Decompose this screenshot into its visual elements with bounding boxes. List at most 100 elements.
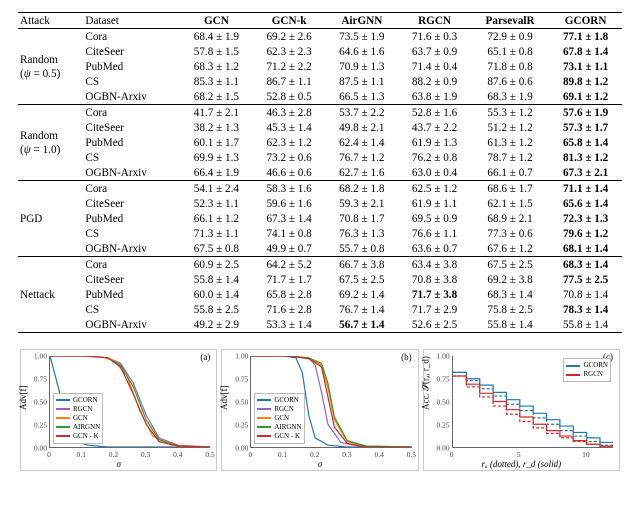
value-cell: 78.7 ± 1.2 [471,150,549,165]
table-row: OGBN-Arxiv68.2 ± 1.552.8 ± 0.566.5 ± 1.3… [18,89,622,105]
value-cell: 68.2 ± 1.5 [180,89,253,105]
value-cell: 68.3 ± 1.2 [180,59,253,74]
col-gcn: GCN [180,13,253,29]
legend-item: GCORN [257,396,301,405]
value-cell: 55.7 ± 0.8 [325,241,398,257]
legend-item: RGCN [257,405,301,414]
value-cell: 67.5 ± 0.8 [180,241,253,257]
dataset-cell: OGBN-Arxiv [83,317,180,333]
table-row: OGBN-Arxiv67.5 ± 0.849.9 ± 0.755.7 ± 0.8… [18,241,622,257]
value-cell: 66.5 ± 1.3 [325,89,398,105]
value-cell: 71.4 ± 0.4 [398,59,471,74]
value-cell: 61.9 ± 1.3 [398,135,471,150]
value-cell: 52.8 ± 0.5 [253,89,326,105]
legend-item: GCN [56,414,100,423]
value-cell: 45.3 ± 1.4 [253,120,326,135]
chart-xtick: 0 [47,450,51,459]
value-cell: 61.3 ± 1.2 [471,135,549,150]
table-row: PubMed60.0 ± 1.465.8 ± 2.869.2 ± 1.471.7… [18,287,622,302]
value-cell: 71.8 ± 0.8 [471,59,549,74]
value-cell: 62.3 ± 1.2 [253,135,326,150]
chart-ytick: 0.50 [234,398,248,407]
value-cell: 64.6 ± 1.6 [325,44,398,59]
table-row: PGDCora54.1 ± 2.458.3 ± 1.668.2 ± 1.862.… [18,181,622,197]
value-cell: 75.8 ± 2.5 [471,302,549,317]
legend-swatch [56,399,70,401]
legend-swatch [56,408,70,410]
value-cell: 46.3 ± 2.8 [253,105,326,121]
value-cell: 78.3 ± 1.4 [549,302,622,317]
value-cell: 68.3 ± 1.4 [471,287,549,302]
legend-item: AIRGNN [257,423,301,432]
value-cell: 86.7 ± 1.1 [253,74,326,89]
value-cell: 62.7 ± 1.6 [325,165,398,181]
dataset-cell: CiteSeer [83,120,180,135]
value-cell: 69.2 ± 1.4 [325,287,398,302]
chart-ytick: 0.25 [33,421,47,430]
value-cell: 70.8 ± 1.7 [325,211,398,226]
legend-item: RGCN [566,370,608,379]
value-cell: 67.6 ± 1.2 [471,241,549,257]
value-cell: 56.7 ± 1.4 [325,317,398,333]
value-cell: 66.1 ± 1.2 [180,211,253,226]
value-cell: 57.8 ± 1.5 [180,44,253,59]
value-cell: 69.2 ± 3.8 [471,272,549,287]
attack-label: Random(ψ = 1.0) [18,105,83,181]
value-cell: 57.6 ± 1.9 [549,105,622,121]
chart-ytick: 0.75 [234,375,248,384]
chart-xtick: 0.3 [141,450,150,459]
value-cell: 73.2 ± 0.6 [253,150,326,165]
value-cell: 49.2 ± 2.9 [180,317,253,333]
value-cell: 67.5 ± 2.5 [325,272,398,287]
value-cell: 65.8 ± 2.8 [253,287,326,302]
value-cell: 87.6 ± 0.6 [471,74,549,89]
value-cell: 81.3 ± 1.2 [549,150,622,165]
col-dataset: Dataset [83,13,180,29]
legend-item: GCN - K [257,432,301,441]
value-cell: 62.4 ± 1.4 [325,135,398,150]
chart-ytick: 0.00 [234,444,248,453]
legend-item: GCORN [56,396,100,405]
dataset-cell: PubMed [83,287,180,302]
legend-item: GCN - K [56,432,100,441]
value-cell: 38.2 ± 1.3 [180,120,253,135]
legend-swatch [257,435,271,437]
chart-xtick: 0.5 [205,450,214,459]
value-cell: 71.1 ± 1.4 [549,181,622,197]
chart-b: Adv[f]σ(b)00.10.20.30.40.50.000.250.500.… [221,349,418,471]
value-cell: 62.3 ± 2.3 [253,44,326,59]
attack-label: Nettack [18,257,83,333]
value-cell: 71.2 ± 2.2 [253,59,326,74]
value-cell: 76.3 ± 1.3 [325,226,398,241]
chart-xtick: 0.3 [342,450,351,459]
value-cell: 71.7 ± 2.9 [398,302,471,317]
attack-label: Random(ψ = 0.5) [18,29,83,105]
legend-label: GCN [274,414,289,423]
chart-ytick: 1.00 [33,352,47,361]
chart-ytick: 0.00 [436,444,450,453]
charts-row: Adv[f]σ(a)00.10.20.30.40.50.000.250.500.… [18,349,622,471]
value-cell: 74.1 ± 0.8 [253,226,326,241]
col-attack: Attack [18,13,83,29]
value-cell: 72.3 ± 1.3 [549,211,622,226]
chart-ytick: 0.50 [33,398,47,407]
chart-legend: GCORNRGCN [563,358,611,382]
legend-swatch [257,408,271,410]
value-cell: 77.5 ± 2.5 [549,272,622,287]
table-row: OGBN-Arxiv49.2 ± 2.953.3 ± 1.456.7 ± 1.4… [18,317,622,333]
dataset-cell: Cora [83,257,180,273]
legend-item: GCN [257,414,301,423]
value-cell: 54.1 ± 2.4 [180,181,253,197]
table-row: CiteSeer52.3 ± 1.159.6 ± 1.659.3 ± 2.161… [18,196,622,211]
value-cell: 68.1 ± 1.4 [549,241,622,257]
chart-xtick: 0.4 [374,450,383,459]
chart-ytick: 1.00 [436,352,450,361]
chart-xtick: 5 [517,450,521,459]
table-row: CiteSeer57.8 ± 1.562.3 ± 2.364.6 ± 1.663… [18,44,622,59]
value-cell: 63.4 ± 3.8 [398,257,471,273]
chart-ylabel: Adv[f] [219,386,229,411]
legend-label: GCORN [274,396,299,405]
legend-swatch [56,426,70,428]
chart-ytick: 0.75 [436,375,450,384]
legend-label: GCN [73,414,88,423]
